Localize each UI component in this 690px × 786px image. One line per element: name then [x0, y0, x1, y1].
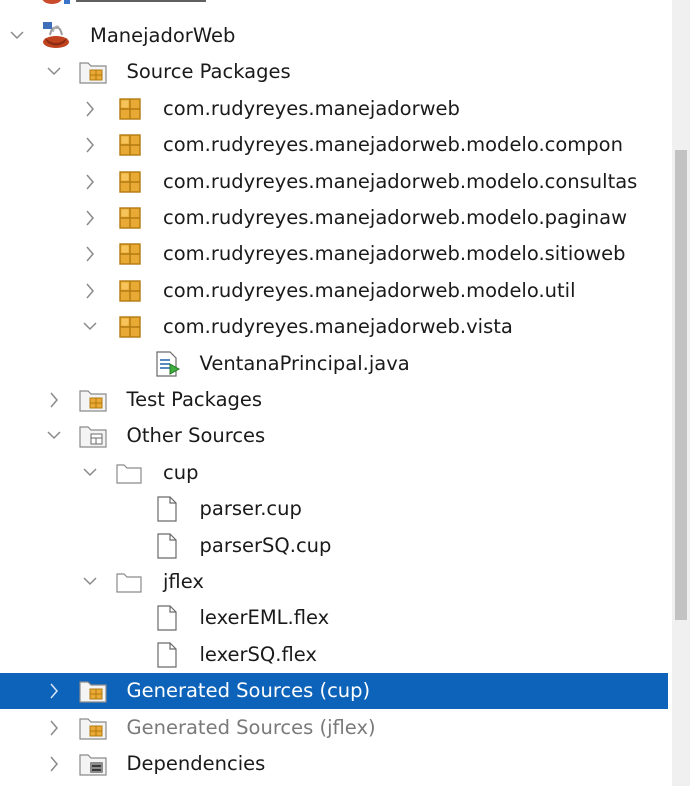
chevron-down-icon[interactable]	[81, 309, 99, 345]
chevron-right-icon[interactable]	[45, 382, 63, 418]
tree-row[interactable]: Generated Sources (cup)	[0, 673, 668, 710]
java-form-file-icon	[148, 346, 184, 382]
chevron-right-icon[interactable]	[81, 273, 99, 309]
tree-row[interactable]: com.rudyreyes.manejadorweb.modelo.util	[0, 273, 668, 309]
test-packages-folder-icon	[75, 382, 111, 418]
tree-row[interactable]: com.rudyreyes.manejadorweb.modelo.compon	[0, 127, 668, 163]
vertical-scrollbar-thumb[interactable]	[675, 150, 687, 620]
tree-row-label: Source Packages	[126, 60, 291, 84]
file-icon	[148, 528, 184, 564]
tree-row-label: lexerEML.flex	[199, 606, 330, 630]
tree-row[interactable]: lexerEML.flex	[0, 600, 668, 636]
package-icon	[111, 127, 147, 163]
project-coffee-icon	[38, 18, 74, 54]
tree-row[interactable]: Source Packages	[0, 54, 668, 90]
chevron-right-icon[interactable]	[81, 164, 99, 200]
other-sources-folder-icon	[75, 418, 111, 454]
tree-row[interactable]: Generated Sources (jflex)	[0, 710, 668, 746]
package-icon	[111, 236, 147, 272]
tree-row[interactable]: com.rudyreyes.manejadorweb.modelo.pagina…	[0, 200, 668, 236]
tree-row-label: ManejadorWeb	[90, 24, 236, 47]
chevron-right-icon[interactable]	[45, 710, 63, 746]
package-icon	[111, 164, 147, 200]
tree-row-label: Other Sources	[126, 424, 266, 448]
chevron-right-icon[interactable]	[45, 746, 63, 782]
vertical-scrollbar[interactable]	[672, 0, 690, 786]
chevron-right-icon[interactable]	[81, 236, 99, 272]
tree-row[interactable]: cup	[0, 455, 668, 491]
tree-row-label: com.rudyreyes.manejadorweb.modelo.compon	[163, 133, 623, 157]
tree-row-label: com.rudyreyes.manejadorweb.modelo.util	[163, 278, 576, 302]
chevron-down-icon[interactable]	[81, 455, 99, 491]
tree-row-label: com.rudyreyes.manejadorweb	[163, 96, 460, 120]
tree-row-label: Generated Sources (cup)	[126, 679, 371, 703]
tree-row-label: Test Packages	[126, 388, 263, 411]
chevron-down-icon[interactable]	[45, 418, 63, 454]
chevron-right-icon[interactable]	[81, 91, 99, 127]
dependencies-folder-icon	[75, 746, 111, 782]
tree-row[interactable]: ManejadorWeb	[0, 18, 668, 54]
generated-sources-folder-icon	[75, 710, 111, 746]
tree-row[interactable]: lexerSQ.flex	[0, 637, 668, 673]
tree-row-label: jflex	[163, 570, 204, 593]
clipped-top-row-icon	[42, 0, 206, 4]
package-icon	[111, 91, 147, 127]
tree-row[interactable]: com.rudyreyes.manejadorweb.vista	[0, 309, 668, 345]
tree-row-label: com.rudyreyes.manejadorweb.vista	[163, 315, 513, 339]
file-icon	[148, 637, 184, 673]
tree-row[interactable]: parser.cup	[0, 491, 668, 527]
package-icon	[111, 273, 147, 309]
package-icon	[111, 200, 147, 236]
chevron-down-icon[interactable]	[45, 54, 63, 90]
chevron-right-icon[interactable]	[81, 200, 99, 236]
tree-row-label: com.rudyreyes.manejadorweb.modelo.sitiow…	[163, 242, 626, 266]
tree-row-label: com.rudyreyes.manejadorweb.modelo.pagina…	[163, 206, 628, 229]
tree-row[interactable]: jflex	[0, 564, 668, 600]
chevron-right-icon[interactable]	[45, 673, 63, 709]
project-tree[interactable]: ManejadorWeb Source Packages com.rudyrey…	[0, 0, 690, 786]
tree-row[interactable]: com.rudyreyes.manejadorweb	[0, 91, 668, 127]
tree-row-label: parserSQ.cup	[199, 533, 332, 557]
tree-row[interactable]: com.rudyreyes.manejadorweb.modelo.consul…	[0, 164, 668, 200]
tree-row[interactable]: Dependencies	[0, 746, 668, 782]
chevron-right-icon[interactable]	[81, 127, 99, 163]
generated-sources-folder-icon	[75, 673, 111, 709]
tree-row-label: Dependencies	[126, 752, 266, 775]
clipped-top-row	[40, 0, 220, 6]
chevron-down-icon[interactable]	[81, 564, 99, 600]
tree-row[interactable]: Test Packages	[0, 382, 668, 418]
tree-row-label: com.rudyreyes.manejadorweb.modelo.consul…	[163, 169, 638, 193]
tree-row[interactable]: com.rudyreyes.manejadorweb.modelo.sitiow…	[0, 236, 668, 272]
chevron-down-icon[interactable]	[8, 18, 26, 54]
file-icon	[148, 600, 184, 636]
file-icon	[148, 491, 184, 527]
folder-icon	[111, 564, 147, 600]
tree-row-label: parser.cup	[199, 497, 302, 521]
folder-icon	[111, 455, 147, 491]
tree-row[interactable]: parserSQ.cup	[0, 528, 668, 564]
tree-row-label: cup	[163, 460, 199, 484]
tree-row[interactable]: Other Sources	[0, 418, 668, 454]
tree-row-label: lexerSQ.flex	[199, 642, 317, 666]
tree-row-label: Generated Sources (jflex)	[126, 715, 376, 739]
tree-row-label: VentanaPrincipal.java	[199, 351, 410, 375]
tree-row[interactable]: VentanaPrincipal.java	[0, 346, 668, 382]
package-icon	[111, 309, 147, 345]
source-packages-folder-icon	[75, 54, 111, 90]
clipped-bottom-row	[40, 778, 340, 786]
